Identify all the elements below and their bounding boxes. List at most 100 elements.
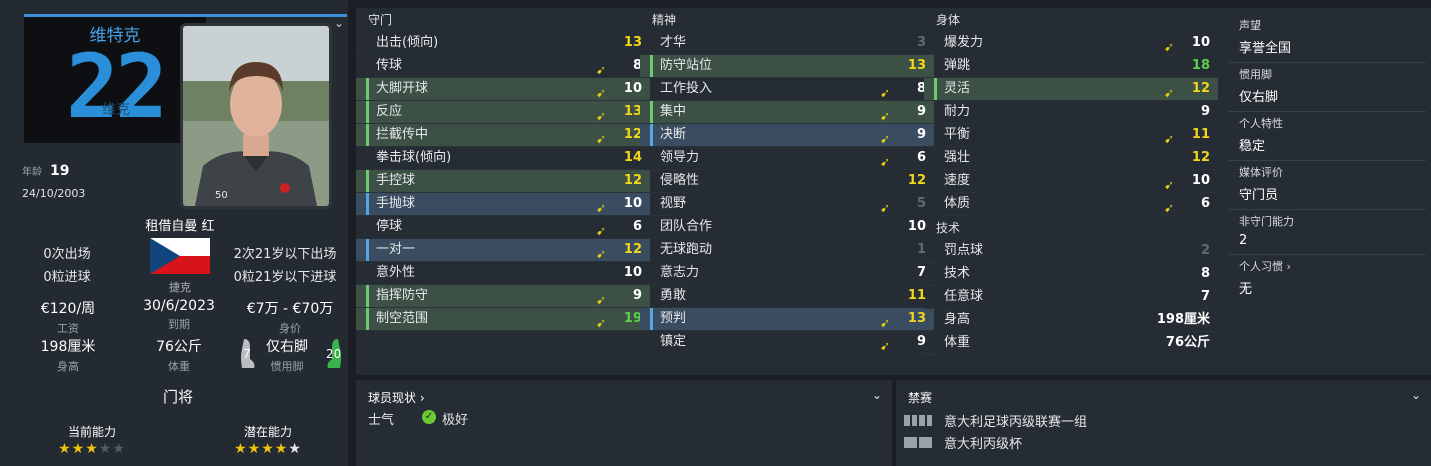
info-reputation: 声望 享誉全国 [1228,14,1426,63]
ban-competition: 意大利足球丙级联赛一组 [944,415,1088,430]
attribute-name: 领导力 [660,150,700,165]
attribute-name: 停球 [376,219,403,234]
attribute-row[interactable]: 一对一 ➹ 12 [356,239,650,262]
weight-label: 体重 [168,360,190,373]
attribute-row[interactable]: 体质 ➹ 6 [924,193,1218,216]
attribute-row[interactable]: 才华 3 [640,32,934,55]
attribute-row[interactable]: 勇敢 11 [640,285,934,308]
weight-block: 76公斤 体重 [121,336,237,374]
attribute-name: 出击(倾向) [376,35,439,50]
info-value: 享誉全国 [1239,41,1292,56]
attribute-row[interactable]: 拦截传中 ➹ 12 [356,124,650,147]
attributes-panel: 守门 出击(倾向) 13 传球 ➹ 8 大脚开球 ➹ 10 反应 ➹ 13 拦截传中 ➹ 12 拳击球(倾向… [356,8,1431,375]
attribute-row[interactable]: 拳击球(倾向) 14 [356,147,650,170]
age-value: 19 [50,163,70,179]
attribute-row[interactable]: 工作投入 ➹ 8 [640,78,934,101]
attribute-row[interactable]: 手控球 12 [356,170,650,193]
attribute-row[interactable]: 任意球 7 [924,286,1218,309]
attribute-row[interactable]: 强壮 12 [924,147,1218,170]
loan-from[interactable]: 租借自曼 红 [120,215,240,234]
attribute-row[interactable]: 指挥防守 ➹ 9 [356,285,650,308]
attribute-name: 强壮 [944,150,971,165]
info-personality: 个人特性 稳定 [1228,112,1426,161]
attribute-row[interactable]: 侵略性 12 [640,170,934,193]
ban-item: 意大利足球丙级联赛一组 [904,411,1087,430]
attribute-name: 技术 [944,266,971,281]
attribute-value: 18 [1191,58,1210,73]
attribute-row[interactable]: 平衡 ➹ 11 [924,124,1218,147]
attribute-row[interactable]: 团队合作 10 [640,216,934,239]
info-value: 仅右脚 [1239,90,1279,105]
attribute-value: 2 [1200,243,1210,258]
height-row: 身高 198厘米 [924,309,1218,332]
attribute-row[interactable]: 反应 ➹ 13 [356,101,650,124]
attribute-name: 团队合作 [660,219,713,234]
height-value: 198厘米 [40,339,96,355]
weight-value: 76公斤 [156,339,202,355]
current-ability: 当前能力 ★★★★★ [32,423,152,457]
attribute-name: 才华 [660,35,687,50]
attribute-row[interactable]: 集中 ➹ 9 [640,101,934,124]
chevron-down-icon[interactable]: ⌄ [1411,388,1421,402]
attribute-row[interactable]: 出击(倾向) 13 [356,32,650,55]
attribute-row[interactable]: 大脚开球 ➹ 10 [356,78,650,101]
appearances: 0次出场 [43,247,91,262]
attribute-row[interactable]: 防守站位 13 [640,55,934,78]
potential-ability: 潜在能力 ★★★★★ [208,423,328,457]
attribute-row[interactable]: 意志力 7 [640,262,934,285]
attribute-row[interactable]: 镇定 ➹ 9 [640,331,934,354]
chevron-down-icon[interactable]: ⌄ [872,388,882,402]
attribute-row[interactable]: 预判 ➹ 13 [640,308,934,331]
ban-bars-icon [904,415,932,426]
attribute-name: 指挥防守 [376,288,429,303]
attribute-row[interactable]: 耐力 9 [924,101,1218,124]
u21-goals: 0粒21岁以下进球 [233,270,337,285]
goalkeeping-column: 守门 出击(倾向) 13 传球 ➹ 8 大脚开球 ➹ 10 反应 ➹ 13 拦截传中 ➹ 12 拳击球(倾向… [356,8,650,331]
attribute-name: 拦截传中 [376,127,429,142]
right-foot-score: 20 [326,347,342,361]
attribute-name: 镇定 [660,334,687,349]
attribute-row[interactable]: 意外性 10 [356,262,650,285]
attribute-row[interactable]: 灵活 ➹ 12 [924,78,1218,101]
attribute-row[interactable]: 制空范围 ➹ 19 [356,308,650,331]
attribute-row[interactable]: 手抛球 ➹ 10 [356,193,650,216]
height-row-label: 身高 [944,312,971,327]
ban-bars-icon [904,437,932,448]
attribute-name: 手抛球 [376,196,416,211]
foot-label: 惯用脚 [270,360,304,373]
attribute-row[interactable]: 传球 ➹ 8 [356,55,650,78]
attribute-row[interactable]: 决断 ➹ 9 [640,124,934,147]
goalkeeping-title: 守门 [368,13,393,27]
weight-row-label: 体重 [944,335,971,350]
attribute-row[interactable]: 弹跳 18 [924,55,1218,78]
player-info-list: 声望 享誉全国 惯用脚 仅右脚 个人特性 稳定 媒体评价 守门员 非守门能力 2… [1228,14,1426,303]
info-label: 声望 [1239,19,1261,32]
age-label: 年龄 [22,167,42,178]
attribute-row[interactable]: 视野 ➹ 5 [640,193,934,216]
morale-value: 极好 [442,413,469,428]
status-title[interactable]: 球员现状 › [368,389,425,406]
attribute-name: 速度 [944,173,971,188]
attribute-name: 手控球 [376,173,416,188]
attribute-name: 耐力 [944,104,971,119]
attribute-name: 意志力 [660,265,700,280]
attribute-name: 罚点球 [944,243,984,258]
attribute-row[interactable]: 停球 ➹ 6 [356,216,650,239]
contract-expiry: 30/6/2023 [143,298,215,314]
attribute-name: 灵活 [944,81,971,96]
attribute-row[interactable]: 爆发力 ➹ 10 [924,32,1218,55]
chevron-down-icon[interactable]: ⌄ [334,16,346,30]
photo-shirt-number: 50 [215,190,228,201]
attribute-row[interactable]: 罚点球 2 [924,240,1218,263]
foot-block: 仅右脚 惯用脚 [242,336,332,374]
attribute-row[interactable]: 速度 ➹ 10 [924,170,1218,193]
potential-ability-label: 潜在能力 [243,425,292,439]
attribute-row[interactable]: 技术 8 [924,263,1218,286]
ban-competition: 意大利丙级杯 [944,437,1023,452]
attribute-row[interactable]: 领导力 ➹ 6 [640,147,934,170]
info-value: 2 [1239,233,1248,248]
wage-value: €120/周 [40,301,96,317]
height-block: 198厘米 身高 [10,336,126,374]
info-player-traits[interactable]: 个人习惯 › 无 [1228,255,1426,303]
attribute-row[interactable]: 无球跑动 1 [640,239,934,262]
